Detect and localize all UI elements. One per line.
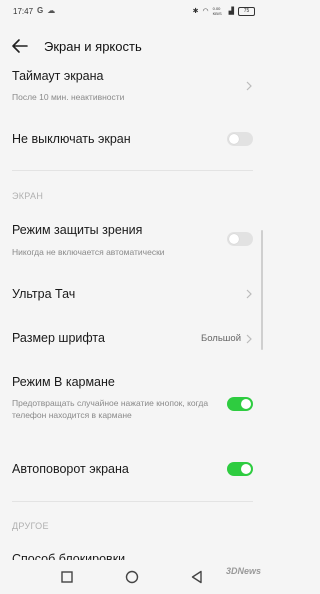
row-font-size[interactable]: Размер шрифта Большой: [0, 324, 265, 356]
back-arrow-icon[interactable]: [10, 36, 30, 56]
signal-icon: ▟: [228, 8, 234, 15]
partial-list-item[interactable]: Способ блокировки: [12, 552, 125, 560]
screen: 17:47 G ☁ ✱ ◠ 0.00 KB/S ▟ 75 Экран и ярк…: [0, 0, 265, 594]
row-auto-rotate[interactable]: Автоповорот экрана: [0, 454, 265, 486]
chevron-right-icon: [246, 289, 252, 299]
divider: [12, 170, 253, 171]
chevron-right-icon: [246, 81, 252, 91]
toggle-knob: [241, 399, 251, 409]
ultra-touch-title: Ультра Тач: [12, 287, 76, 301]
pocket-mode-subtitle: Предотвращать случайное нажатие кнопок, …: [12, 398, 209, 420]
section-header-other: ДРУГОЕ: [12, 521, 49, 531]
keep-screen-on-title: Не выключать экран: [12, 132, 131, 146]
chevron-right-icon: [246, 334, 252, 344]
eye-protection-title: Режим защиты зрения: [12, 223, 143, 237]
google-icon: G: [37, 6, 44, 15]
battery-level: 75: [243, 7, 250, 14]
auto-rotate-toggle[interactable]: [227, 462, 253, 476]
recent-apps-icon[interactable]: [58, 568, 76, 586]
pocket-mode-toggle[interactable]: [227, 397, 253, 411]
font-size-title: Размер шрифта: [12, 331, 105, 345]
section-header-screen: ЭКРАН: [12, 191, 44, 201]
row-screen-timeout[interactable]: Таймаут экрана После 10 мин. неактивност…: [0, 64, 265, 110]
status-right-icons: ✱ ◠ 0.00 KB/S ▟ 75: [193, 6, 255, 16]
bluetooth-icon: ✱: [192, 8, 199, 15]
row-pocket-mode[interactable]: Режим В кармане Предотвращать случайное …: [0, 368, 265, 438]
header: Экран и яркость: [0, 30, 265, 64]
status-left-icons: G ☁: [37, 6, 55, 15]
toggle-knob: [241, 464, 251, 474]
battery-icon: 75: [238, 6, 255, 16]
font-size-value: Большой: [200, 333, 241, 344]
back-triangle-icon[interactable]: [188, 568, 206, 586]
divider: [12, 501, 253, 502]
screen-timeout-title: Таймаут экрана: [12, 69, 104, 83]
watermark-logo: 3DNews: [225, 566, 261, 576]
status-time: 17:47: [13, 7, 34, 16]
eye-protection-subtitle: Никогда не включается автоматически: [12, 247, 165, 257]
keep-screen-on-toggle[interactable]: [227, 132, 253, 146]
auto-rotate-title: Автоповорот экрана: [12, 462, 129, 476]
row-ultra-touch[interactable]: Ультра Тач: [0, 280, 265, 312]
row-eye-protection[interactable]: Режим защиты зрения Никогда не включаетс…: [0, 216, 265, 260]
wifi-icon: ◠: [202, 8, 209, 15]
screen-timeout-subtitle: После 10 мин. неактивности: [12, 92, 125, 102]
pocket-mode-title: Режим В кармане: [12, 375, 115, 389]
home-icon[interactable]: [123, 568, 141, 586]
net-speed: 0.00 KB/S: [212, 6, 222, 16]
toggle-knob: [229, 234, 239, 244]
scrollbar[interactable]: [261, 230, 263, 350]
row-keep-screen-on[interactable]: Не выключать экран: [0, 124, 265, 156]
status-bar: 17:47 G ☁ ✱ ◠ 0.00 KB/S ▟ 75: [0, 0, 265, 24]
cloud-icon: ☁: [47, 6, 56, 15]
page-title: Экран и яркость: [44, 39, 142, 54]
eye-protection-toggle[interactable]: [227, 232, 253, 246]
toggle-knob: [229, 134, 239, 144]
